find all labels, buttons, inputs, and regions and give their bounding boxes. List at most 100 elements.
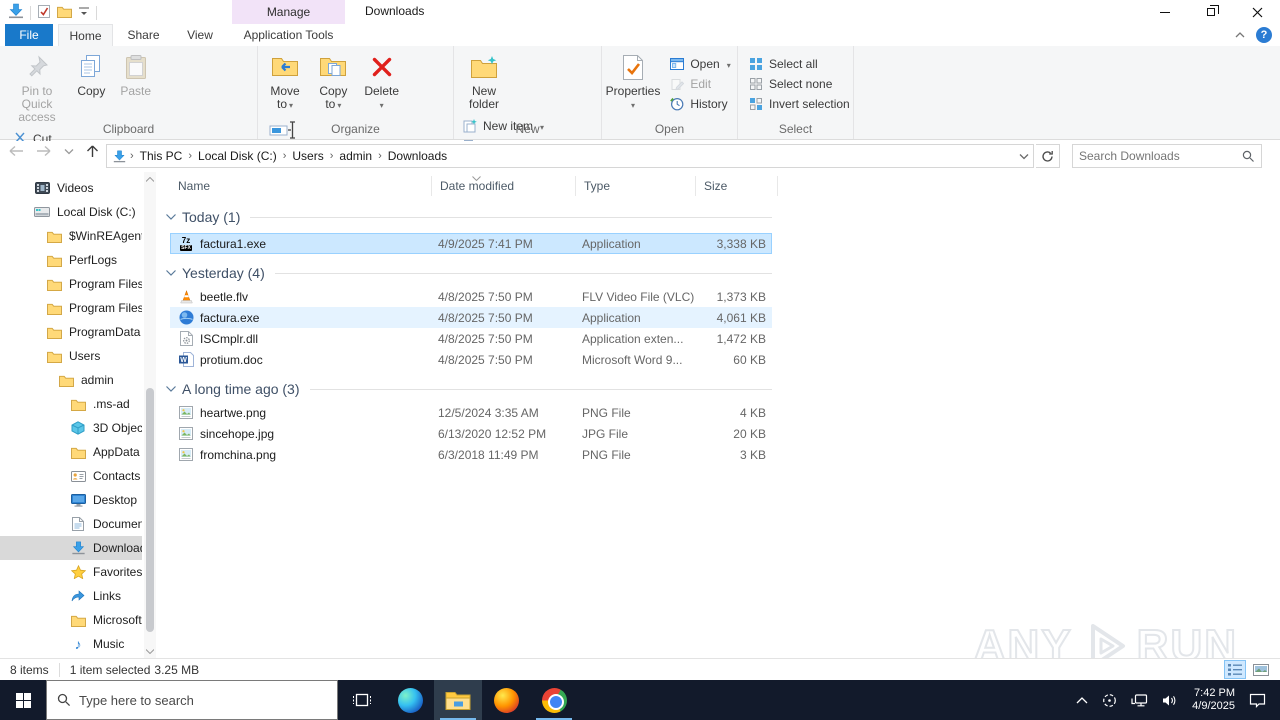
- copy-to-button[interactable]: Copy to: [311, 49, 355, 112]
- large-icons-view-button[interactable]: [1250, 660, 1272, 679]
- refresh-button[interactable]: [1036, 144, 1060, 168]
- sidebar-item-winreagent[interactable]: $WinREAgent: [0, 224, 142, 248]
- tray-app-icon[interactable]: [1102, 693, 1117, 708]
- taskbar-search-box[interactable]: [46, 680, 338, 720]
- new-folder-button[interactable]: New folder: [460, 49, 508, 111]
- file-explorer-taskbar-icon[interactable]: [434, 680, 482, 720]
- volume-icon[interactable]: [1162, 694, 1178, 707]
- sidebar-item-desktop[interactable]: Desktop: [0, 488, 142, 512]
- properties-button[interactable]: Properties: [606, 49, 660, 112]
- tab-application-tools[interactable]: Application Tools: [232, 24, 345, 46]
- file-row-factura-exe[interactable]: factura.exe 4/8/2025 7:50 PM Application…: [170, 307, 772, 328]
- file-row-sincehope-jpg[interactable]: sincehope.jpg 6/13/2020 12:52 PM JPG Fil…: [170, 423, 772, 444]
- up-button[interactable]: [86, 144, 99, 158]
- help-icon[interactable]: [1256, 27, 1272, 43]
- group-header-a-long-time-ago[interactable]: A long time ago (3): [166, 376, 772, 402]
- column-header-size[interactable]: Size: [696, 176, 778, 196]
- delete-button[interactable]: Delete: [359, 49, 405, 112]
- file-row-heartwe-png[interactable]: heartwe.png 12/5/2024 3:35 AM PNG File 4…: [170, 402, 772, 423]
- show-hidden-icons-chevron[interactable]: [1076, 696, 1088, 704]
- address-bar[interactable]: › This PC › Local Disk (C:) › Users › ad…: [106, 144, 1034, 168]
- tab-view[interactable]: View: [174, 24, 226, 46]
- sidebar-item-music[interactable]: ♪ Music: [0, 632, 142, 656]
- properties-qat-icon[interactable]: [37, 4, 51, 22]
- sidebar-item-microsoftedgebackups[interactable]: MicrosoftEdgeBackups: [0, 608, 142, 632]
- sidebar-item-programdata[interactable]: ProgramData: [0, 320, 142, 344]
- invert-selection-button[interactable]: Invert selection: [744, 94, 854, 114]
- sidebar-item-documents[interactable]: Documents: [0, 512, 142, 536]
- network-icon[interactable]: [1131, 693, 1148, 707]
- new-folder-qat-icon[interactable]: [57, 5, 72, 21]
- tab-home[interactable]: Home: [58, 24, 113, 46]
- sidebar-item-appdata[interactable]: AppData: [0, 440, 142, 464]
- paste-button[interactable]: Paste: [115, 49, 157, 98]
- sidebar-item-links[interactable]: Links: [0, 584, 142, 608]
- sidebar-item-local-disk[interactable]: Local Disk (C:): [0, 200, 142, 224]
- sidebar-item-favorites[interactable]: Favorites: [0, 560, 142, 584]
- start-button[interactable]: [0, 680, 46, 720]
- pin-to-quick-access-button[interactable]: Pin to Quick access: [6, 49, 68, 124]
- column-header-name[interactable]: Name: [170, 176, 432, 196]
- breadcrumb-users[interactable]: Users: [288, 149, 327, 163]
- file-row-factura1-exe[interactable]: 7z SFX factura1.exe 4/9/2025 7:41 PM Appl…: [170, 233, 772, 254]
- sidebar-item-users[interactable]: Users: [0, 344, 142, 368]
- address-dropdown-icon[interactable]: [1019, 149, 1029, 163]
- firefox-taskbar-icon[interactable]: [482, 680, 530, 720]
- edge-taskbar-icon[interactable]: [386, 680, 434, 720]
- select-none-button[interactable]: Select none: [744, 74, 854, 94]
- column-header-date-modified[interactable]: Date modified: [432, 176, 576, 196]
- sidebar-item-program-files[interactable]: Program Files: [0, 272, 142, 296]
- breadcrumb-downloads[interactable]: Downloads: [384, 149, 451, 163]
- taskbar-clock[interactable]: 7:42 PM 4/9/2025: [1192, 687, 1235, 713]
- sidebar-item-videos[interactable]: Videos: [0, 176, 142, 200]
- scroll-down-icon[interactable]: [144, 644, 156, 658]
- tab-share[interactable]: Share: [116, 24, 171, 46]
- sidebar-item-admin[interactable]: admin: [0, 368, 142, 392]
- scrollbar-thumb[interactable]: [146, 388, 154, 632]
- task-view-button[interactable]: [338, 680, 386, 720]
- collapse-group-icon[interactable]: [166, 270, 176, 276]
- manage-contextual-tab[interactable]: Manage: [232, 0, 345, 24]
- sidebar-item-downloads[interactable]: Downloads: [0, 536, 142, 560]
- move-to-button[interactable]: Move to: [262, 49, 308, 112]
- edit-button[interactable]: Edit: [665, 74, 734, 94]
- sidebar-item-ms-ad[interactable]: .ms-ad: [0, 392, 142, 416]
- file-row-beetle-flv[interactable]: beetle.flv 4/8/2025 7:50 PM FLV Video Fi…: [170, 286, 772, 307]
- sidebar-scrollbar[interactable]: [144, 172, 156, 658]
- tab-file[interactable]: File: [5, 24, 53, 46]
- group-header-yesterday[interactable]: Yesterday (4): [166, 260, 772, 286]
- history-button[interactable]: History: [665, 94, 734, 114]
- scroll-up-icon[interactable]: [144, 172, 156, 186]
- file-row-fromchina-png[interactable]: fromchina.png 6/3/2018 11:49 PM PNG File…: [170, 444, 772, 465]
- recent-locations-dropdown-icon[interactable]: [64, 148, 74, 155]
- sidebar-item-program-files-x86[interactable]: Program Files (x86): [0, 296, 142, 320]
- file-row-protium-doc[interactable]: W protium.doc 4/8/2025 7:50 PM Microsoft…: [170, 349, 772, 370]
- action-center-icon[interactable]: [1249, 693, 1266, 708]
- chrome-taskbar-icon[interactable]: [530, 680, 578, 720]
- open-button[interactable]: Open: [665, 54, 734, 74]
- collapse-ribbon-icon[interactable]: [1234, 31, 1246, 39]
- minimize-button[interactable]: [1142, 0, 1188, 24]
- sidebar-item-3d-objects[interactable]: 3D Objects: [0, 416, 142, 440]
- forward-button[interactable]: [36, 145, 52, 157]
- qat-customize-icon[interactable]: [78, 5, 90, 20]
- search-input[interactable]: [1079, 149, 1242, 163]
- restore-button[interactable]: [1188, 0, 1234, 24]
- column-header-type[interactable]: Type: [576, 176, 696, 196]
- group-header-today[interactable]: Today (1): [166, 204, 772, 230]
- sidebar-item-contacts[interactable]: Contacts: [0, 464, 142, 488]
- collapse-group-icon[interactable]: [166, 386, 176, 392]
- breadcrumb-local-disk[interactable]: Local Disk (C:): [194, 149, 281, 163]
- collapse-group-icon[interactable]: [166, 214, 176, 220]
- sidebar-item-perflogs[interactable]: PerfLogs: [0, 248, 142, 272]
- select-all-button[interactable]: Select all: [744, 54, 854, 74]
- search-box[interactable]: [1072, 144, 1262, 168]
- close-button[interactable]: [1234, 0, 1280, 24]
- back-button[interactable]: [8, 145, 24, 157]
- taskbar-search-input[interactable]: [79, 692, 327, 708]
- details-view-button[interactable]: [1224, 660, 1246, 679]
- breadcrumb-this-pc[interactable]: This PC: [136, 149, 187, 163]
- copy-button[interactable]: Copy: [71, 49, 111, 98]
- file-row-iscmplr-dll[interactable]: ISCmplr.dll 4/8/2025 7:50 PM Application…: [170, 328, 772, 349]
- breadcrumb-admin[interactable]: admin: [335, 149, 376, 163]
